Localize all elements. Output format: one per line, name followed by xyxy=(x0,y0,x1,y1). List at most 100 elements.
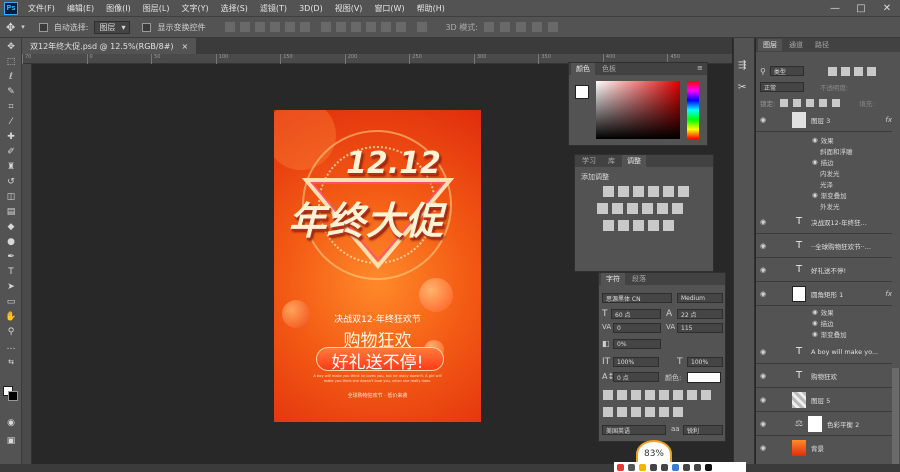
fx-badge[interactable]: fx xyxy=(885,290,892,298)
tab-paths[interactable]: 路径 xyxy=(810,39,834,51)
layer-row[interactable]: ◉ T 好礼送不停! xyxy=(756,258,892,282)
dodge-tool-icon[interactable]: ● xyxy=(4,236,18,248)
eye-icon[interactable]: ◉ xyxy=(812,319,818,327)
grid-icon[interactable] xyxy=(694,463,701,471)
menu-filter[interactable]: 滤镜(T) xyxy=(254,3,293,14)
properties-panel-icon[interactable]: ✂ xyxy=(738,82,752,94)
gradient-tool-icon[interactable]: ▤ xyxy=(4,206,18,218)
layer-kind-dropdown[interactable]: 类型 xyxy=(769,66,804,76)
layer-row[interactable]: ◉ T A boy will make yo... xyxy=(756,340,892,364)
brightness-icon[interactable] xyxy=(603,186,614,197)
layer-row[interactable]: ◉ T 决战双12-年终狂... xyxy=(756,210,892,234)
tracking-field[interactable]: 115 xyxy=(677,323,723,333)
mic-icon[interactable] xyxy=(650,463,657,471)
move-tool-icon[interactable]: ✥ xyxy=(6,21,15,34)
fraction-icon[interactable] xyxy=(673,407,683,417)
channel-mixer-icon[interactable] xyxy=(657,203,668,214)
clone-stamp-tool-icon[interactable]: ♜ xyxy=(4,161,18,173)
more-tools-icon[interactable]: … xyxy=(4,341,18,353)
menu-edit[interactable]: 编辑(E) xyxy=(61,3,100,14)
titling-icon[interactable] xyxy=(645,407,655,417)
color-panel-menu-icon[interactable]: ≡ xyxy=(697,64,703,72)
tab-libraries[interactable]: 库 xyxy=(603,155,620,167)
align-top-icon[interactable] xyxy=(225,22,236,32)
auto-align-icon[interactable] xyxy=(417,22,428,32)
gradient-icon[interactable] xyxy=(663,220,674,231)
keyboard-icon[interactable] xyxy=(661,463,668,471)
eyedropper-tool-icon[interactable]: ⁄ xyxy=(4,116,18,128)
lock-artboard-icon[interactable] xyxy=(819,99,828,107)
hand-tool-icon[interactable]: ✋ xyxy=(4,311,18,323)
tab-color[interactable]: 颜色 xyxy=(571,63,595,75)
leading-field[interactable]: 22 点 xyxy=(677,309,723,319)
distribute-bottom-icon[interactable] xyxy=(351,22,362,32)
menu-type[interactable]: 文字(Y) xyxy=(175,3,214,14)
close-window-button[interactable]: ✕ xyxy=(874,3,900,14)
menu-help[interactable]: 帮助(H) xyxy=(411,3,451,14)
menu-3d[interactable]: 3D(D) xyxy=(293,4,329,13)
poster-canvas[interactable]: 12.12 年终大促 决战双12-年终狂欢节 购物狂欢 好礼送不停! A boy… xyxy=(274,110,481,422)
ime-icon[interactable] xyxy=(617,463,624,471)
vertical-scale-field[interactable]: 100% xyxy=(613,357,659,367)
color-field[interactable] xyxy=(596,81,680,139)
blend-mode-dropdown[interactable]: 正常 xyxy=(760,82,804,92)
eye-icon[interactable]: ◉ xyxy=(756,242,770,250)
selective-color-icon[interactable] xyxy=(648,220,659,231)
blur-tool-icon[interactable]: ◆ xyxy=(4,221,18,233)
eye-icon[interactable]: ◉ xyxy=(812,308,818,316)
screen-mode-icon[interactable]: ▣ xyxy=(4,435,18,447)
marquee-tool-icon[interactable]: ⬚ xyxy=(4,56,18,68)
tab-learn[interactable]: 学习 xyxy=(577,155,601,167)
eye-icon[interactable]: ◉ xyxy=(812,330,818,338)
align-right-icon[interactable] xyxy=(300,22,311,32)
show-transform-checkbox[interactable] xyxy=(142,22,152,32)
3d-roll-icon[interactable] xyxy=(499,22,510,32)
eye-icon[interactable]: ◉ xyxy=(756,116,770,124)
effect-item[interactable]: 斜面和浮雕 xyxy=(756,145,892,156)
align-bottom-icon[interactable] xyxy=(255,22,266,32)
ordinal-icon[interactable] xyxy=(659,407,669,417)
text-color-swatch[interactable] xyxy=(687,372,721,383)
tiktok-icon[interactable] xyxy=(705,463,712,471)
eye-icon[interactable]: ◉ xyxy=(756,218,770,226)
horizontal-scale-field[interactable]: 100% xyxy=(687,357,723,367)
eye-icon[interactable]: ◉ xyxy=(812,191,818,199)
effect-item[interactable]: ◉ 渐变叠加 xyxy=(756,328,892,339)
menu-layer[interactable]: 图层(L) xyxy=(137,3,176,14)
filter-type-icon[interactable] xyxy=(853,66,863,76)
brush-tool-icon[interactable]: ✐ xyxy=(4,146,18,158)
type-tool-icon[interactable]: T xyxy=(4,266,18,278)
antialias-dropdown[interactable]: 锐利 xyxy=(683,425,723,435)
shirt-icon[interactable] xyxy=(672,463,679,471)
photo-filter-icon[interactable] xyxy=(642,203,653,214)
tab-swatches[interactable]: 色板 xyxy=(597,63,621,75)
effect-item[interactable]: ◉ 渐变叠加 xyxy=(756,189,892,200)
layer-row[interactable]: ◉ T ··全球购物狂欢节··... xyxy=(756,234,892,258)
effect-item[interactable]: 内发光 xyxy=(756,167,892,178)
tab-adjustments[interactable]: 调整 xyxy=(622,155,646,167)
tray-app-icon[interactable] xyxy=(628,463,635,471)
hue-sat-icon[interactable] xyxy=(597,203,608,214)
layer-row[interactable]: ◉ 背景 xyxy=(756,436,892,460)
eye-icon[interactable]: ◉ xyxy=(756,348,770,356)
font-style-dropdown[interactable]: Medium xyxy=(677,293,723,303)
move-tool-icon[interactable]: ✥ xyxy=(4,41,18,53)
underline-icon[interactable] xyxy=(687,390,697,400)
eye-icon[interactable]: ◉ xyxy=(756,372,770,380)
pen-tool-icon[interactable]: ✒ xyxy=(4,251,18,263)
effect-item[interactable]: ◉ 描边 xyxy=(756,156,892,167)
zoom-tool-icon[interactable]: ⚲ xyxy=(4,326,18,338)
eye-icon[interactable]: ◉ xyxy=(812,136,818,144)
fg-bg-swatch[interactable] xyxy=(575,85,589,99)
distribute-right-icon[interactable] xyxy=(396,22,407,32)
quick-mask-icon[interactable]: ◉ xyxy=(4,417,18,429)
eye-icon[interactable]: ◉ xyxy=(756,266,770,274)
bw-icon[interactable] xyxy=(627,203,638,214)
faux-italic-icon[interactable] xyxy=(617,390,627,400)
swash-icon[interactable] xyxy=(617,407,627,417)
stylistic-icon[interactable] xyxy=(631,407,641,417)
lock-image-icon[interactable] xyxy=(793,99,802,107)
emoji-icon[interactable] xyxy=(639,463,646,471)
layer-row[interactable]: ◉ 图层 5 xyxy=(756,388,892,412)
auto-select-checkbox[interactable] xyxy=(38,22,48,32)
